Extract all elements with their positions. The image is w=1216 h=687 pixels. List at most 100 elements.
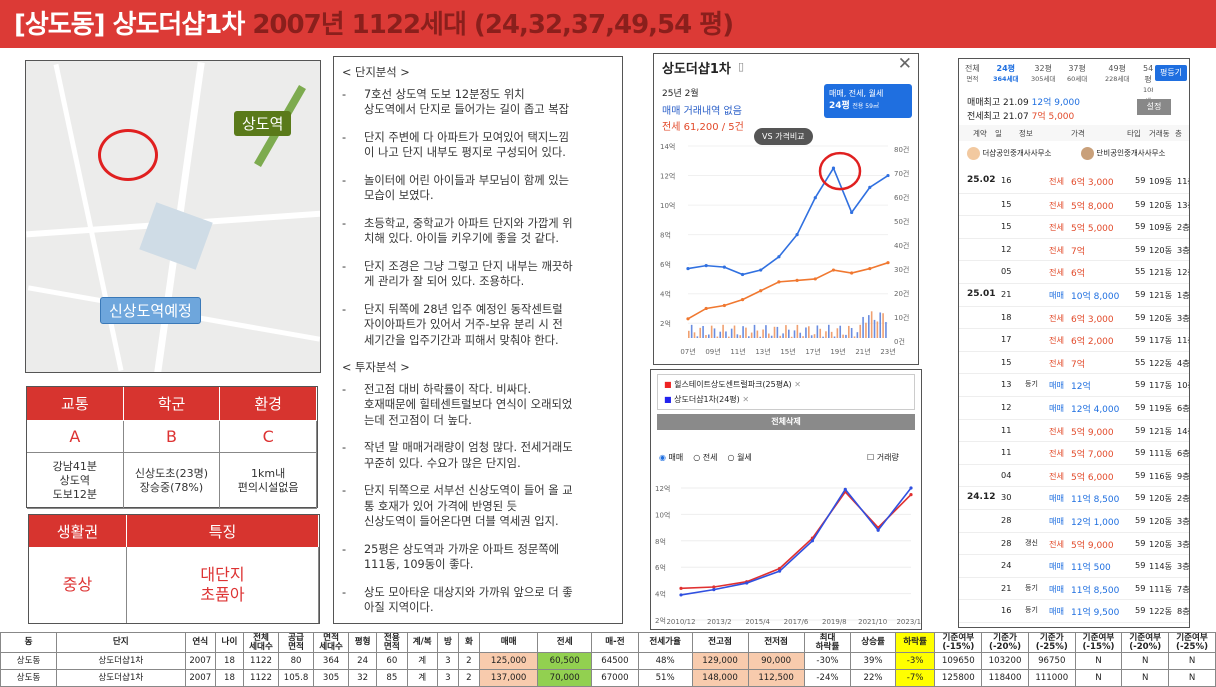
features-grid: 생활권 특징 중상 대단지 초품아 <box>28 514 320 624</box>
list-item[interactable]: 15 전세 7억 55 122동 4층 <box>959 350 1189 374</box>
delete-all-button[interactable]: 전체삭제 <box>657 414 915 430</box>
table-cell: 125,000 <box>478 652 539 670</box>
table-col-header: 동 <box>0 632 58 653</box>
max-jeonse: 전세최고 21.07 7억 5,000 <box>967 109 1074 122</box>
list-item[interactable]: 15 전세 5억 8,000 59120동 13층 <box>959 192 1189 216</box>
investment-analysis-list: - 전고점 대비 하락률이 작다. 비싸다. 호재때문에 힐테센트럴보다 연식이 … <box>342 382 614 616</box>
area-tab[interactable]: 32평 305세대 <box>1031 63 1055 85</box>
series-jeonse-point <box>831 268 836 272</box>
area-tab[interactable]: 49평 228세대 <box>1105 63 1129 85</box>
close-icon[interactable]: ✕ <box>898 54 912 74</box>
list-item[interactable]: 28 갱신 전세 5억 9,000 59 120동 3층 <box>959 531 1189 555</box>
volume-bar <box>705 334 707 338</box>
list-item[interactable]: 25.01 21 매매 10억 8,000 59 121동 1층 <box>959 283 1189 306</box>
list-cell: 5억 9,000 <box>1071 427 1114 438</box>
radio-sale[interactable]: ◉ 매매 <box>659 452 683 463</box>
remove-icon[interactable]: ✕ <box>794 380 801 389</box>
list-item[interactable]: 24.12 30 매매 11억 8,500 59 120동 2층 <box>959 486 1189 509</box>
list-cell: 매매 <box>1049 403 1065 413</box>
x-tick-label: 2013/2 <box>707 618 732 626</box>
tab-size: 54평 <box>1143 64 1153 84</box>
volume-bar <box>722 324 724 338</box>
list-item[interactable]: 12 전세 7억 59 120동 3층 <box>959 237 1189 261</box>
bullet-item: - 작년 말 매매거래량이 엄청 많다. 전세거래도 꾸준히 있다. 수요가 많은… <box>342 440 614 471</box>
bullet-dash: - <box>342 302 347 316</box>
y-tick-label: 10억 <box>655 511 670 519</box>
settings-button[interactable]: 설정 <box>1137 99 1171 115</box>
list-item[interactable]: 25.02 16 전세 6억 3,000 59109동 11층 <box>959 170 1189 193</box>
rating-header: 교통 <box>27 387 124 421</box>
list-cell: 9층 <box>1177 470 1190 481</box>
agent-1[interactable]: 더샵공인중개사사무소 <box>967 147 1051 160</box>
list-cell: 25.02 <box>967 175 996 185</box>
radio-jeonse[interactable]: ○ 전세 <box>693 452 717 463</box>
area-tab[interactable]: 37평 60세대 <box>1067 63 1087 85</box>
list-cell: 21 <box>1001 582 1012 593</box>
list-item[interactable]: 15 전세 5억 5,000 59 109동 2층 <box>959 215 1189 238</box>
list-cell: 116동 <box>1149 470 1173 481</box>
y-tick-label: 2억 <box>655 617 666 625</box>
list-cell: 25.01 <box>967 289 996 299</box>
list-item[interactable]: 16 등기 매매 11억 9,500 59 122동 8층 <box>959 599 1189 622</box>
table-cell: 상도동 <box>0 652 58 670</box>
bullet-text: 작년 말 매매거래량이 엄청 많다. 전세거래도 꾸준히 있다. 수요가 많은 … <box>364 441 573 470</box>
area-tab[interactable]: 전체 면적 <box>965 63 980 85</box>
agent-2[interactable]: 단비공인중개사사무소 <box>1081 147 1165 160</box>
volume-bar <box>779 335 782 338</box>
list-cell: 121동 <box>1149 425 1173 436</box>
list-item[interactable]: 04 전세 5억 6,000 59 116동 9층 <box>959 463 1190 487</box>
table-header-row: 동 단지 연식 나이 전체 세대수 공급 면적 면적 세대수 평형 전용 면적 계/복 방 화 매매 전세… <box>0 632 1216 653</box>
map-icon[interactable]: ▯ <box>738 60 744 73</box>
list-item[interactable]: 11 전세 5억 9,000 59121동 14층 <box>959 418 1189 442</box>
list-item[interactable]: 24 매매 11억 500 59 114동 3층 <box>959 554 1189 577</box>
max-jeonse-label: 전세최고 21.07 <box>967 112 1029 122</box>
list-item[interactable]: 28 매매 12억 1,000 59 120동 3층 <box>959 509 1189 532</box>
list-item[interactable]: 05 전세 6억 55121동 12층 <box>959 260 1189 283</box>
list-item[interactable]: 13 등기 매매 12억 59117동 10층 <box>959 373 1189 396</box>
radio-monthly[interactable]: ○ 월세 <box>728 452 752 463</box>
y-tick-label: 12억 <box>655 485 670 493</box>
area-tab[interactable]: 24평 364세대 <box>993 63 1019 85</box>
list-cell: 7억 <box>1071 246 1086 257</box>
bullet-dash: - <box>342 382 347 396</box>
volume-bar <box>876 321 879 338</box>
complex-marker <box>98 129 158 181</box>
series-jeonse-point <box>813 277 817 281</box>
table-cell: N <box>1121 652 1170 670</box>
table-col-header: 상승률 <box>850 632 896 653</box>
y2-tick-label: 0건 <box>894 337 905 346</box>
y-tick-label: 14억 <box>660 143 675 151</box>
x-tick-label: 07년 <box>680 347 695 356</box>
list-item[interactable]: 12 매매 12억 4,000 59 119동 6층 <box>959 396 1189 419</box>
list-cell: 59 <box>1135 424 1146 435</box>
list-cell: 전세 <box>1049 199 1065 210</box>
list-item[interactable]: 13매매11억 5,50059114동12층 <box>959 622 1189 627</box>
list-cell: 12 <box>1001 402 1012 412</box>
rating-detail: 강남41분 상도역 도보12분 <box>27 453 124 509</box>
trade-type-selector[interactable]: 매매, 전세, 월세 24평 전용 59㎡ <box>824 84 912 118</box>
volume-bar <box>859 324 862 338</box>
volume-bar <box>842 334 844 338</box>
bullet-dash: - <box>342 484 347 497</box>
map-block <box>139 202 213 270</box>
list-item[interactable]: 18 전세 6억 3,000 59 120동 3층 <box>959 305 1189 329</box>
legend-item[interactable]: ■ 힐스테이트상도센트럴파크(25평A) ✕ <box>664 377 908 392</box>
volume-checkbox[interactable]: ☐ 거래량 <box>867 452 899 463</box>
list-item[interactable]: 11 전세 5억 7,000 59 111동 6층 <box>959 441 1189 464</box>
y2-tick-label: 30건 <box>894 265 909 274</box>
volume-bar <box>742 326 744 338</box>
table-col-header: 전저점 <box>747 632 805 653</box>
volume-bar <box>750 332 753 338</box>
list-item[interactable]: 21 등기 매매 11억 8,500 59 111동 7층 <box>959 576 1189 600</box>
volume-bar <box>865 322 867 338</box>
legend-item[interactable]: ■ 상도더샵1차(24평) ✕ <box>664 392 908 407</box>
x-tick-label: 09년 <box>705 347 720 356</box>
volume-bar <box>845 334 847 338</box>
remove-icon[interactable]: ✕ <box>742 395 749 404</box>
list-item[interactable]: 17 전세 6억 2,000 59117동 11층 <box>959 328 1189 351</box>
register-button[interactable]: 평등기 <box>1155 65 1187 81</box>
location-map[interactable]: 상도역 신상도역예정 <box>25 60 321 373</box>
volume-bar <box>776 326 779 338</box>
list-cell: 6억 3,000 <box>1071 178 1114 188</box>
feature-value: 중상 <box>29 547 127 623</box>
